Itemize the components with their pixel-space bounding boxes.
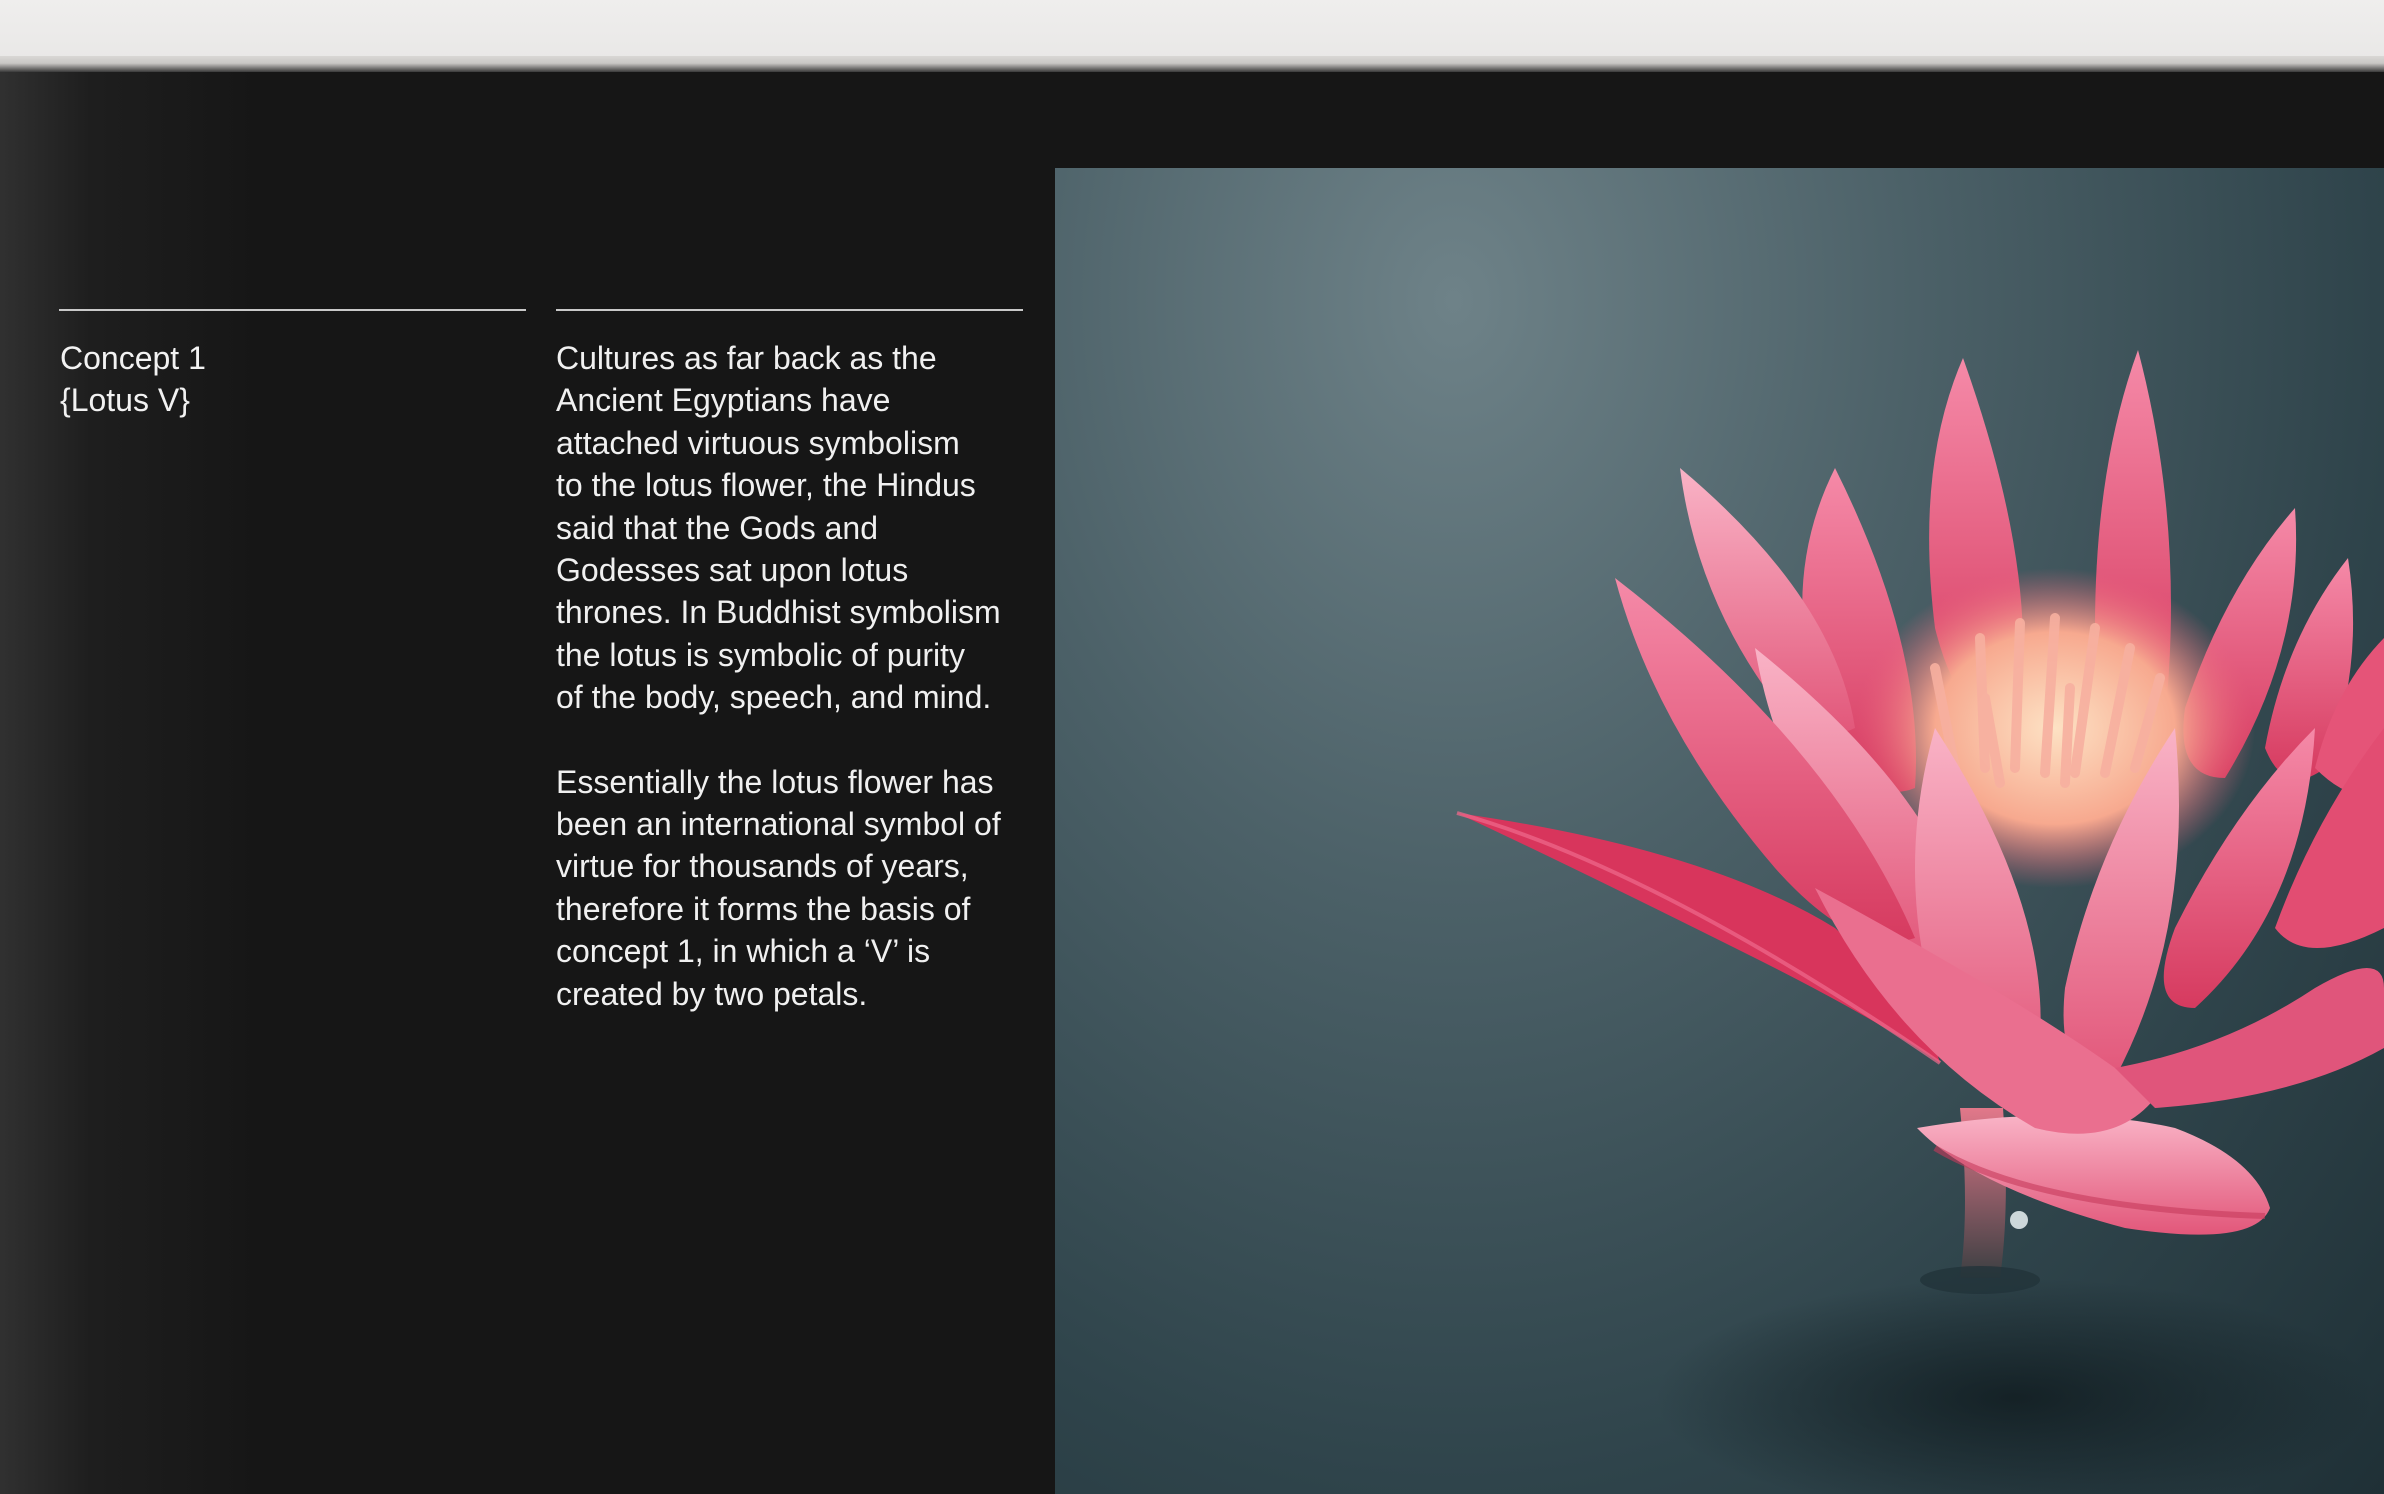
left-column-rule xyxy=(59,309,526,311)
lotus-photo xyxy=(1055,168,2384,1494)
lotus-flower-image xyxy=(1456,350,2384,1494)
concept-heading: Concept 1 {Lotus V} xyxy=(60,337,520,421)
body-paragraph-2: Essentially the lotus flower has been an… xyxy=(556,763,1001,1012)
page-top-margin xyxy=(0,0,2384,58)
concept-title-line2: {Lotus V} xyxy=(60,382,190,418)
right-column-rule xyxy=(556,309,1023,311)
body-paragraph-1: Cultures as far back as the Ancient Egyp… xyxy=(556,340,1001,716)
concept-title-line1: Concept 1 xyxy=(60,340,206,376)
spine-shading xyxy=(0,72,260,1494)
book-spread-page: Concept 1 {Lotus V} Cultures as far back… xyxy=(0,0,2384,1494)
body-text-column: Cultures as far back as the Ancient Egyp… xyxy=(556,337,1036,1057)
